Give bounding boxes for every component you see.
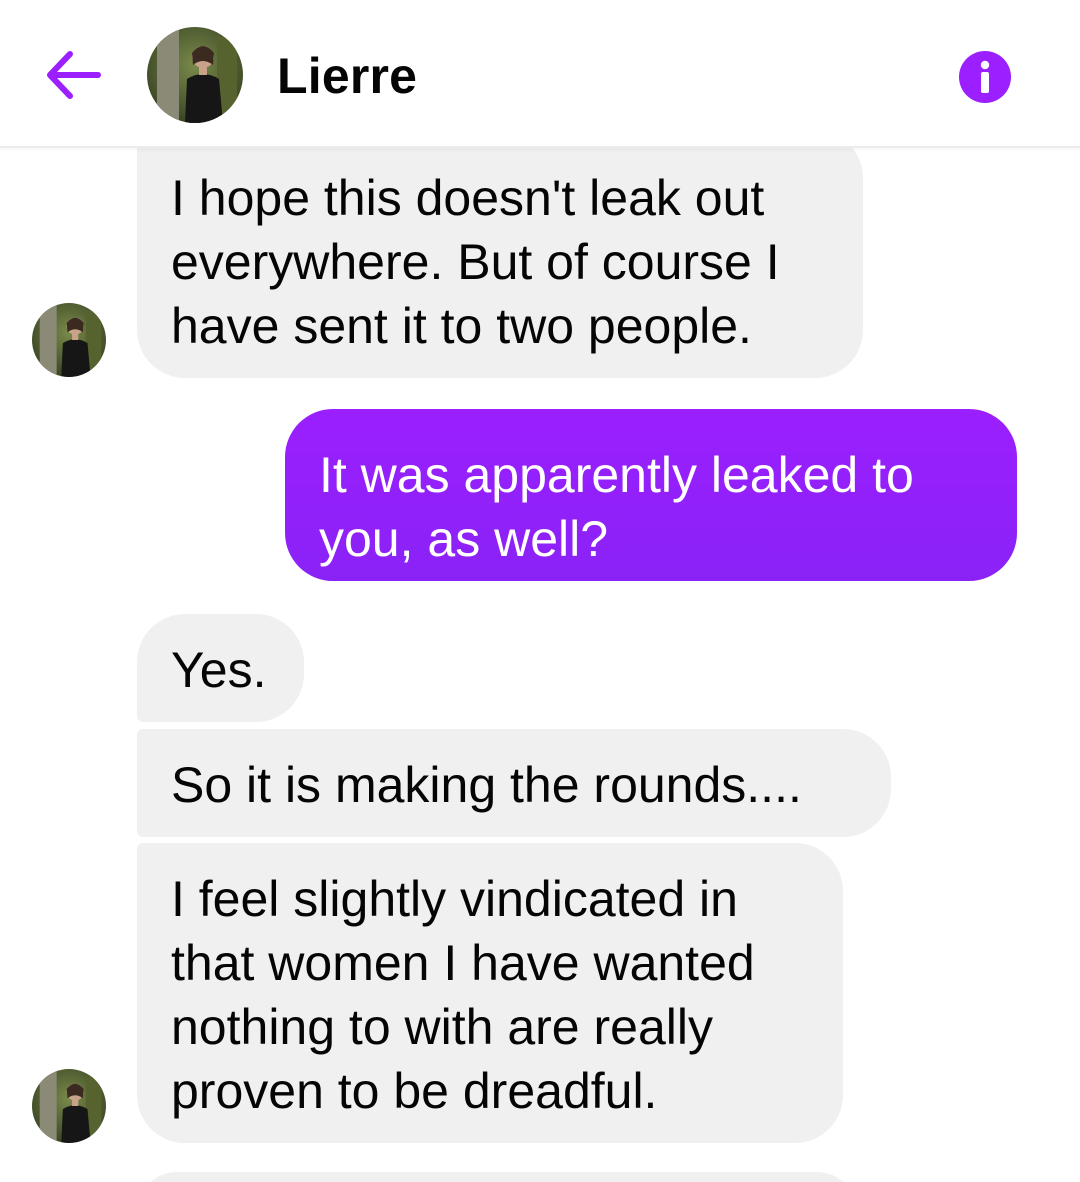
message-line: nothing to with are really <box>171 999 713 1055</box>
message-line: you, as well? <box>319 511 609 567</box>
message-line: everywhere. But of course I <box>171 234 780 290</box>
sent-message[interactable]: It was apparently leaked to you, as well… <box>285 409 1017 581</box>
conversation-header: Lierre <box>0 0 1080 148</box>
sender-avatar[interactable] <box>32 303 106 377</box>
received-message[interactable]: I feel slightly vindicated in that women… <box>137 843 843 1143</box>
arrow-left-icon <box>47 51 101 99</box>
message-line: I feel slightly vindicated in <box>171 871 738 927</box>
message-line: I hope this doesn't leak out <box>171 170 765 226</box>
message-line: It was apparently leaked to <box>319 447 914 503</box>
received-message[interactable]: So it is making the rounds.... <box>137 729 891 837</box>
contact-avatar[interactable] <box>147 27 243 123</box>
message-line: Yes. <box>171 642 267 698</box>
message-line: So it is making the rounds.... <box>171 757 802 813</box>
received-message-partial[interactable] <box>137 1172 857 1182</box>
message-line: have sent it to two people. <box>171 298 752 354</box>
message-line: that women I have wanted <box>171 935 755 991</box>
contact-name[interactable]: Lierre <box>277 44 417 108</box>
back-button[interactable] <box>40 46 106 104</box>
info-icon <box>959 51 1011 103</box>
received-message[interactable]: Yes. <box>137 614 304 722</box>
message-line: proven to be dreadful. <box>171 1063 658 1119</box>
received-message[interactable]: I hope this doesn't leak out everywhere.… <box>137 130 863 378</box>
chat-screen: Lierre I hope this doesn't leak out ever… <box>0 0 1080 1182</box>
info-button[interactable] <box>958 50 1012 104</box>
sender-avatar[interactable] <box>32 1069 106 1143</box>
